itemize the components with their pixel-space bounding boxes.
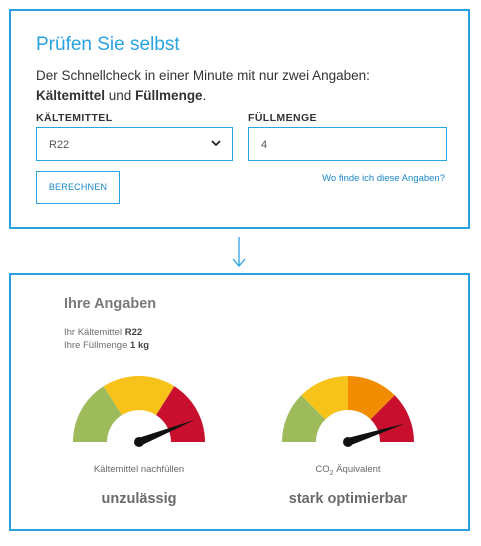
needle-hub <box>343 437 353 447</box>
refrigerant-select[interactable]: R22 <box>36 127 233 161</box>
calculate-button[interactable]: BERECHNEN <box>36 171 120 204</box>
co2-caption-main: CO <box>315 464 330 475</box>
co2-gauge <box>281 375 415 447</box>
intro-bold-refrigerant: Kältemittel <box>36 88 106 103</box>
intro-line: Der Schnellcheck in einer Minute mit nur… <box>36 68 370 83</box>
co2-gauge-verdict: stark optimierbar <box>288 491 408 507</box>
refrigerant-select-value: R22 <box>49 139 70 151</box>
result-amount-value: 1 kg <box>130 340 150 351</box>
result-refrigerant-value: R22 <box>124 327 143 338</box>
result-amount-prefix: Ihre Füllmenge <box>64 340 131 351</box>
intro-bold-amount: Füllmenge <box>135 88 203 103</box>
arrow-down-icon <box>232 237 246 267</box>
check-title: Prüfen Sie selbst <box>36 34 180 55</box>
needle-hub <box>134 437 144 447</box>
help-link[interactable]: Wo finde ich diese Angaben? <box>322 173 445 184</box>
result-card: Ihre Angaben Ihr Kältemittel R22 Ihre Fü… <box>9 273 470 531</box>
amount-input-value: 4 <box>261 139 268 151</box>
co2-gauge-caption: CO2 Äquivalent <box>268 464 428 477</box>
amount-label: FÜLLMENGE <box>248 112 317 124</box>
intro-period: . <box>202 88 207 103</box>
refrigerant-label: KÄLTEMITTEL <box>36 112 113 124</box>
result-refrigerant-prefix: Ihr Kältemittel <box>64 327 125 338</box>
intro-connector: und <box>105 88 136 103</box>
check-intro: Der Schnellcheck in einer Minute mit nur… <box>36 66 370 106</box>
quick-check-card: Prüfen Sie selbst Der Schnellcheck in ei… <box>9 9 470 229</box>
refill-gauge-verdict: unzulässig <box>101 491 177 507</box>
result-refrigerant-line: Ihr Kältemittel R22 <box>64 327 142 338</box>
co2-caption-rest: Äquivalent <box>333 464 381 475</box>
refill-gauge <box>72 375 206 447</box>
result-title: Ihre Angaben <box>64 296 157 312</box>
refill-gauge-caption: Kältemittel nachfüllen <box>93 464 185 475</box>
chevron-down-icon <box>211 140 221 147</box>
amount-input[interactable]: 4 <box>248 127 447 161</box>
result-amount-line: Ihre Füllmenge 1 kg <box>64 340 149 351</box>
